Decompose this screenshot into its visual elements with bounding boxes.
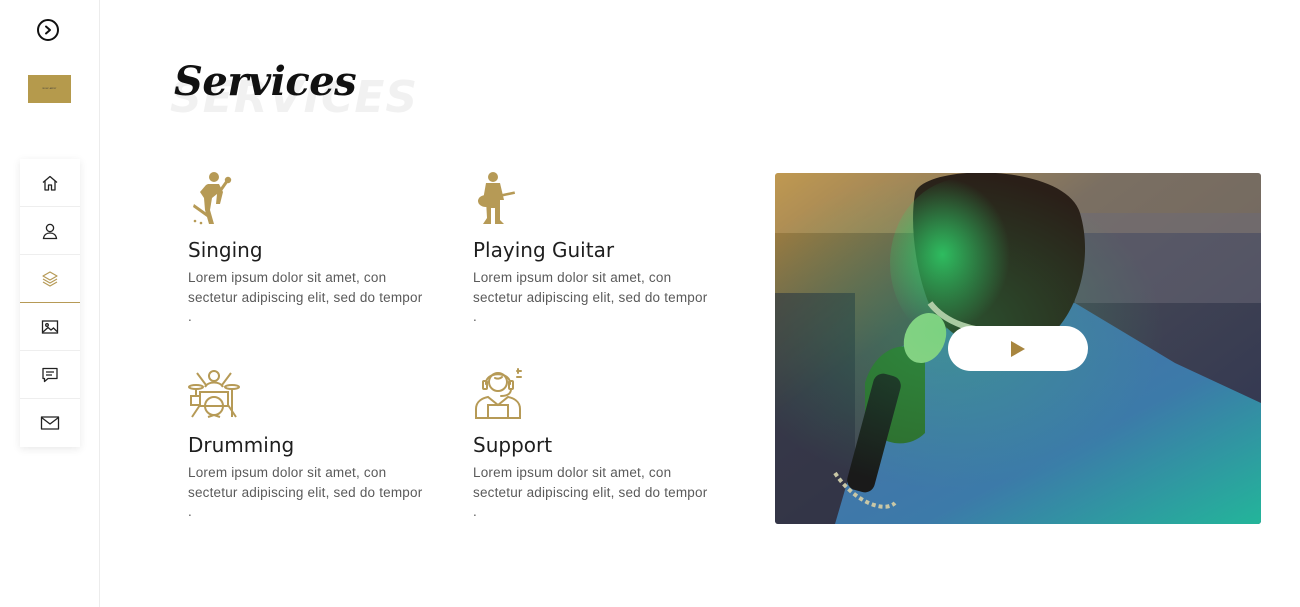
- image-icon: [41, 319, 59, 334]
- chevron-right-icon: [45, 25, 51, 35]
- play-icon: [1011, 340, 1025, 357]
- nav-item-gallery[interactable]: [20, 303, 80, 351]
- logo[interactable]: MUSIC ARTIST: [28, 75, 71, 103]
- sidebar-nav: [20, 159, 80, 447]
- drummer-icon: [188, 370, 240, 418]
- user-icon: [42, 223, 58, 239]
- video-thumbnail[interactable]: [775, 173, 1261, 524]
- nav-item-home[interactable]: [20, 159, 80, 207]
- service-title: Singing: [188, 238, 263, 262]
- nav-item-about[interactable]: [20, 207, 80, 255]
- layers-icon: [42, 270, 58, 287]
- service-card-support: Support Lorem ipsum dolor sit amet, con …: [473, 365, 713, 522]
- nav-item-services[interactable]: [20, 255, 80, 303]
- guitar-player-icon: [478, 172, 516, 224]
- message-icon: [42, 367, 58, 382]
- service-description: Lorem ipsum dolor sit amet, con sectetur…: [473, 270, 708, 324]
- singer-icon: [193, 172, 232, 225]
- service-card-drumming: Drumming Lorem ipsum dolor sit amet, con…: [188, 365, 428, 522]
- nav-item-testimonials[interactable]: [20, 351, 80, 399]
- section-heading: SERVICES Services: [170, 58, 470, 128]
- service-description: Lorem ipsum dolor sit amet, con sectetur…: [188, 270, 423, 324]
- service-title: Support: [473, 433, 553, 457]
- home-icon: [42, 175, 58, 191]
- section-title: Services: [174, 58, 357, 105]
- logo-text: MUSIC ARTIST: [42, 88, 57, 90]
- nav-item-contact[interactable]: [20, 399, 80, 447]
- play-button[interactable]: [948, 326, 1088, 371]
- service-title: Playing Guitar: [473, 238, 615, 262]
- mail-icon: [40, 416, 60, 430]
- support-icon: [475, 368, 522, 419]
- service-description: Lorem ipsum dolor sit amet, con sectetur…: [473, 465, 708, 519]
- service-card-playing-guitar: Playing Guitar Lorem ipsum dolor sit ame…: [473, 170, 713, 327]
- service-title: Drumming: [188, 433, 295, 457]
- sidebar: MUSIC ARTIST: [0, 0, 100, 607]
- service-description: Lorem ipsum dolor sit amet, con sectetur…: [188, 465, 423, 519]
- sidebar-toggle-button[interactable]: [37, 19, 59, 41]
- service-card-singing: Singing Lorem ipsum dolor sit amet, con …: [188, 170, 428, 327]
